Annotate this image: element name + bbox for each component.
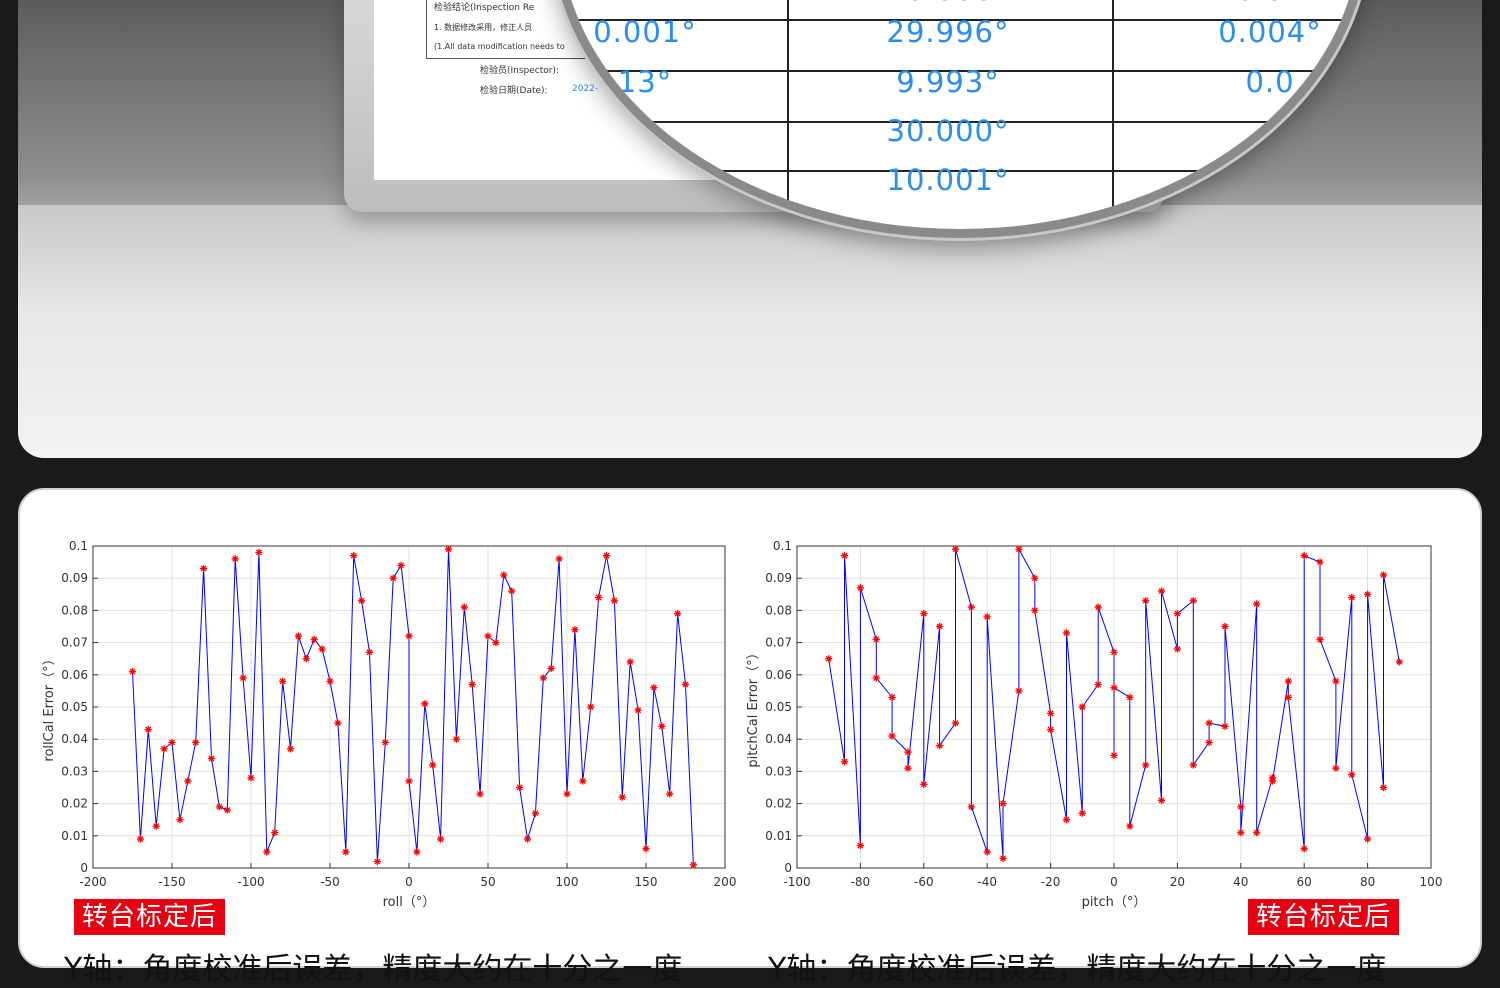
paper-date: 2022- — [572, 84, 599, 94]
magnified-cell: 0.0 — [1245, 65, 1295, 99]
mag-grid-line — [787, 0, 789, 229]
badge-right: 转台标定后 — [1248, 899, 1400, 935]
photo-floor — [18, 205, 1482, 458]
photo-panel: 检验结论(Inspection Re 1. 数据修改采用，修正人员 (1.All… — [18, 0, 1482, 458]
magnified-cell: 10.001° — [886, 163, 1010, 197]
magnified-cell: 13° — [617, 65, 673, 99]
caption-left: Y轴：角度校准后误差，精度大约在十分之一度 — [64, 952, 683, 987]
caption-right: Y轴：角度校准后误差，精度大约在十分之一度 — [768, 952, 1387, 987]
chart-panel — [18, 488, 1482, 968]
magnified-cell: 30.000° — [886, 114, 1010, 148]
magnified-cell: 0.02 — [1236, 0, 1305, 7]
magnified-cell: 9.993° — [896, 65, 1000, 99]
magnified-cell: 29.996° — [886, 15, 1010, 49]
magnified-cell: 10.000° — [887, 0, 1010, 7]
magnified-cell: 0.001° — [593, 15, 697, 49]
badge-left: 转台标定后 — [74, 899, 226, 935]
paper-line: 检验日期(Date): — [480, 86, 548, 96]
paper-line: 检验员(Inspector): — [480, 66, 560, 76]
mag-grid-line — [1112, 0, 1114, 229]
magnified-cell: 0.004° — [1218, 15, 1322, 49]
